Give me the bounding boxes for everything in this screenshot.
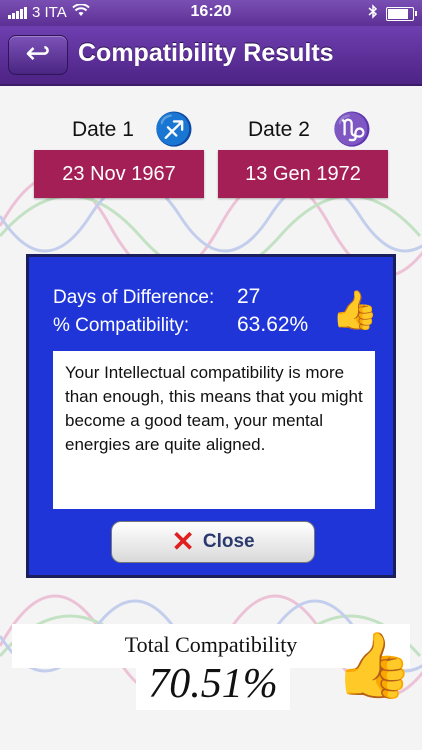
back-arrow-icon: ↩ (25, 37, 51, 70)
close-label: Close (202, 531, 255, 552)
back-button[interactable]: ↩ (8, 35, 68, 75)
result-panel: Days of Difference: 27 % Compatibility: … (26, 254, 396, 578)
status-time: 16:20 (190, 3, 232, 20)
page-title: Compatibility Results (78, 39, 334, 67)
bluetooth-icon (368, 4, 378, 23)
date1-label: Date 1 (72, 118, 134, 141)
compatibility-value: 63.62% (237, 313, 309, 336)
result-message: Your Intellectual compatibility is more … (53, 351, 375, 509)
days-value: 27 (237, 285, 261, 308)
date2-label: Date 2 (248, 118, 310, 141)
navigation-bar: ↩ Compatibility Results (0, 26, 422, 86)
thumbs-up-icon: 👍 (331, 290, 379, 332)
capricorn-icon: ♑ (332, 111, 372, 147)
compatibility-label: % Compatibility: (53, 315, 190, 336)
date1-field[interactable]: 23 Nov 1967 (34, 150, 204, 198)
sagittarius-icon: ♐ (154, 111, 194, 147)
days-label: Days of Difference: (53, 287, 215, 308)
close-icon: ✕ (171, 526, 195, 557)
date2-field[interactable]: 13 Gen 1972 (218, 150, 388, 198)
thumbs-up-icon: 👍 (334, 629, 414, 701)
total-value: 70.51% (148, 661, 278, 707)
status-bar: 3 ITA 16:20 (0, 0, 422, 26)
status-right (368, 4, 417, 23)
battery-icon (386, 6, 417, 21)
close-button[interactable]: ✕ Close (111, 521, 315, 563)
